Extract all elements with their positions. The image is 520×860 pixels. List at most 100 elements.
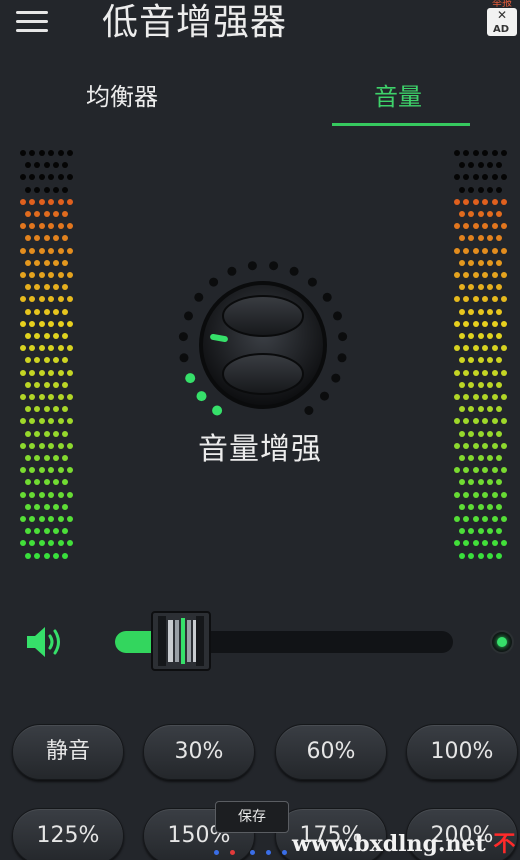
vu-dot	[52, 479, 59, 486]
vu-dot	[48, 272, 55, 278]
vu-dot	[43, 552, 50, 559]
vu-dot	[477, 211, 484, 217]
volume-slider-row	[0, 610, 520, 680]
preset-125-button[interactable]: 125%	[12, 808, 124, 860]
tab-active-indicator	[332, 123, 470, 126]
vu-dot	[52, 211, 59, 217]
vu-dot	[24, 235, 31, 242]
preset-60-button[interactable]: 60%	[275, 724, 387, 780]
vu-dot	[486, 308, 493, 315]
vu-dot	[491, 418, 498, 425]
vu-dot	[472, 442, 479, 449]
vu-dot	[482, 247, 489, 254]
volume-slider-thumb[interactable]	[150, 610, 212, 672]
knob-graphic[interactable]	[170, 250, 360, 420]
vu-dot	[52, 552, 59, 559]
vu-dot	[38, 272, 45, 278]
vu-dot	[472, 320, 479, 327]
vu-dot	[20, 418, 26, 425]
knob-tick-active	[185, 373, 196, 384]
tab-equalizer[interactable]: 均衡器	[86, 80, 158, 114]
vu-dot	[20, 516, 26, 522]
vu-dot	[454, 223, 460, 230]
menu-icon[interactable]	[16, 11, 48, 33]
vu-dot	[62, 162, 69, 169]
vu-dot	[62, 186, 69, 193]
vu-dot	[468, 186, 475, 193]
vu-dot	[43, 333, 50, 339]
vu-dot	[38, 223, 45, 230]
vu-dot	[491, 198, 498, 205]
vu-dot	[458, 284, 465, 291]
vu-dot	[482, 369, 489, 376]
vu-dot	[52, 308, 59, 315]
vu-dot	[67, 394, 73, 400]
vu-dot	[454, 174, 460, 181]
vu-dot	[458, 381, 465, 388]
vu-dot	[482, 320, 489, 327]
vu-dot	[34, 211, 41, 217]
ad-badge[interactable]: 举报 ✕ AD	[484, 0, 520, 38]
vu-dot	[52, 381, 59, 388]
vu-dot	[496, 333, 503, 339]
vu-dot	[454, 418, 460, 425]
vu-dot	[57, 491, 64, 498]
vu-dot	[477, 552, 484, 559]
vu-dot	[468, 333, 475, 339]
vu-dot	[38, 174, 45, 181]
preset-row-1: 静音 30% 60% 100%	[0, 724, 520, 784]
vu-dot	[29, 198, 36, 205]
vu-dot	[62, 357, 69, 364]
vu-dot	[24, 381, 31, 388]
vu-dot	[52, 162, 59, 169]
vu-dot	[38, 442, 45, 449]
vu-dot	[24, 186, 31, 193]
knob-tick-active	[196, 391, 207, 402]
tab-volume[interactable]: 音量	[374, 80, 422, 114]
save-tooltip: 保存	[215, 801, 289, 833]
preset-30-button[interactable]: 30%	[143, 724, 255, 780]
vu-dot	[458, 552, 465, 559]
speaker-icon[interactable]	[24, 624, 64, 660]
vu-dot	[67, 491, 73, 498]
vu-dot	[67, 345, 73, 352]
vu-dot	[486, 211, 493, 217]
knob-tick	[331, 373, 341, 383]
vu-dot	[38, 247, 45, 254]
preset-mute-button[interactable]: 静音	[12, 724, 124, 780]
vu-dot	[62, 455, 69, 461]
vu-dot	[491, 174, 498, 181]
vu-dot	[43, 357, 50, 364]
vu-dot	[20, 345, 26, 352]
vu-dot	[491, 320, 498, 327]
vu-dot	[24, 430, 31, 437]
vu-dot	[62, 284, 69, 291]
preset-100-button[interactable]: 100%	[406, 724, 518, 780]
vu-dot	[43, 406, 50, 413]
vu-dot	[458, 430, 465, 437]
vu-dot	[24, 552, 31, 559]
vu-dot	[67, 150, 73, 156]
vu-dot	[67, 296, 73, 303]
vu-dot	[477, 381, 484, 388]
vu-dot	[477, 284, 484, 291]
max-volume-indicator	[490, 630, 514, 654]
vu-dot	[477, 406, 484, 413]
vu-dot	[67, 442, 73, 449]
vu-dot	[38, 150, 45, 156]
vu-dot	[43, 259, 50, 266]
vu-dot	[463, 516, 470, 522]
vu-dot	[20, 540, 26, 547]
vu-dot	[491, 369, 498, 376]
vu-dot	[454, 198, 460, 205]
vu-dot	[24, 406, 31, 413]
vu-dot	[67, 467, 73, 474]
ad-close-icon[interactable]: ✕	[497, 8, 507, 22]
ad-icon[interactable]: ✕ AD	[487, 8, 517, 36]
volume-boost-knob[interactable]	[170, 250, 360, 420]
vu-dot	[458, 479, 465, 486]
vu-dot	[57, 296, 64, 303]
vu-dot	[43, 186, 50, 193]
vu-dot	[20, 174, 26, 181]
vu-dot	[491, 247, 498, 254]
